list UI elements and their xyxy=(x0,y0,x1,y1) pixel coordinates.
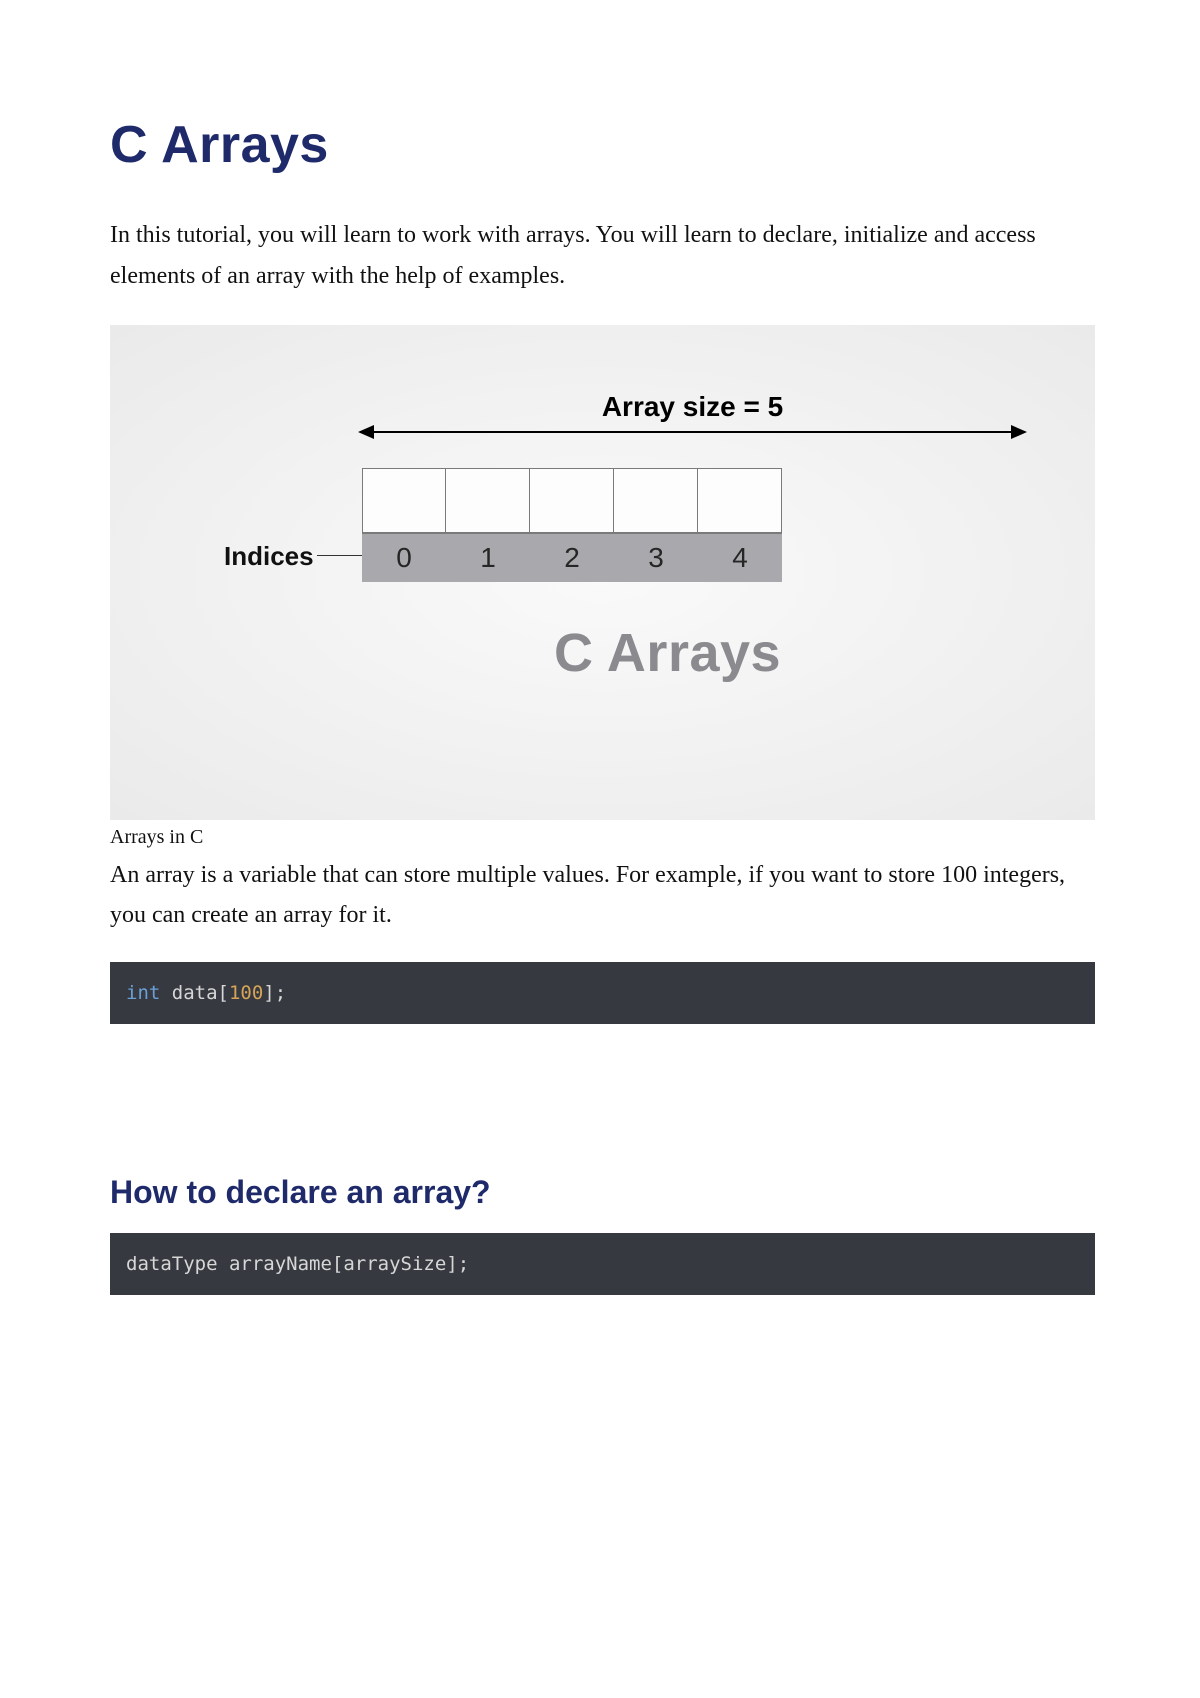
array-cell xyxy=(530,468,614,533)
indices-row: 0 1 2 3 4 xyxy=(362,533,782,582)
index-cell: 1 xyxy=(446,534,530,582)
section-heading-declare: How to declare an array? xyxy=(110,1174,1095,1211)
index-cell: 0 xyxy=(362,534,446,582)
diagram-title: C Arrays xyxy=(110,622,1095,684)
array-cell xyxy=(446,468,530,533)
code-example-2: dataType arrayName[arraySize]; xyxy=(110,1233,1095,1295)
array-diagram: Array size = 5 Indices 0 1 2 3 4 C Array… xyxy=(110,325,1095,820)
array-cell xyxy=(614,468,698,533)
code-number: 100 xyxy=(229,982,263,1004)
code-text: data[ xyxy=(160,982,229,1004)
size-arrow: Array size = 5 xyxy=(360,391,1025,433)
diagram-caption: Arrays in C xyxy=(110,826,1095,849)
page-title: C Arrays xyxy=(110,115,1095,175)
index-cell: 4 xyxy=(698,534,782,582)
intro-text: In this tutorial, you will learn to work… xyxy=(110,215,1095,297)
code-keyword: int xyxy=(126,982,160,1004)
indices-label: Indices xyxy=(224,541,314,572)
double-arrow-icon xyxy=(360,431,1025,433)
code-example-1: int data[100]; xyxy=(110,962,1095,1024)
array-cell xyxy=(698,468,782,533)
index-cell: 3 xyxy=(614,534,698,582)
indices-tick-icon xyxy=(317,555,362,557)
index-cell: 2 xyxy=(530,534,614,582)
array-cell xyxy=(362,468,446,533)
size-arrow-label: Array size = 5 xyxy=(360,391,1025,423)
definition-text: An array is a variable that can store mu… xyxy=(110,855,1095,937)
array-cells-row xyxy=(362,468,782,533)
code-text: ]; xyxy=(263,982,286,1004)
